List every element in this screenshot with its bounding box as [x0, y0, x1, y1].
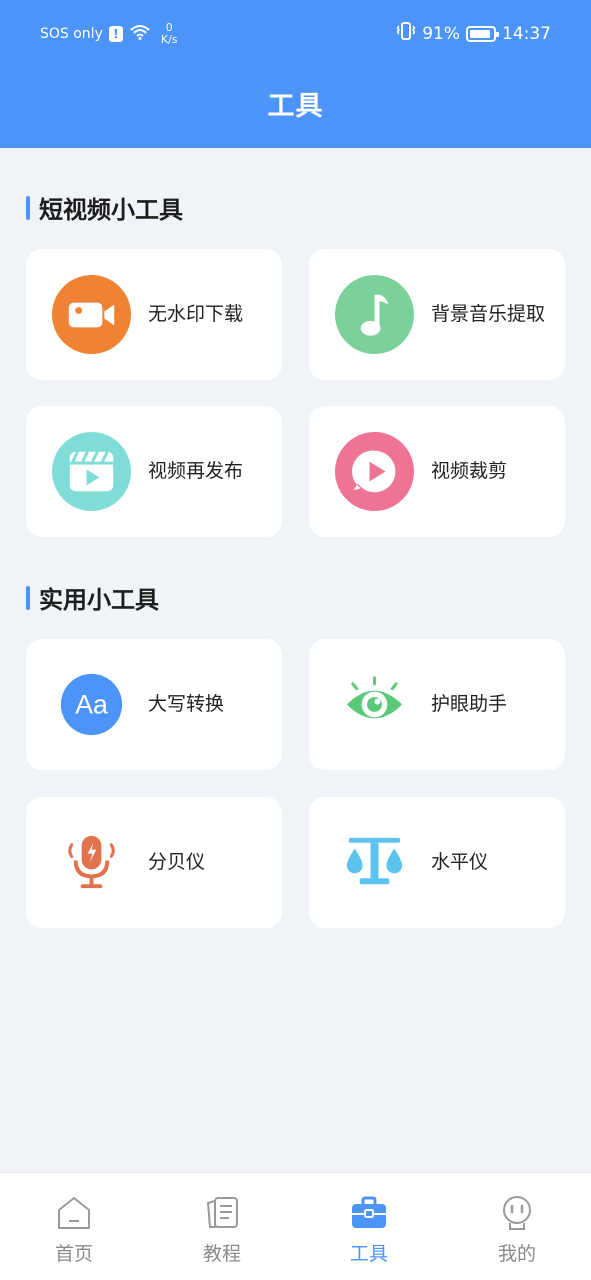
status-bar: SOS only ! 0 K/s 91% 14:37 — [0, 0, 591, 66]
microphone-icon — [52, 823, 131, 902]
text-case-icon: Aa — [52, 665, 131, 744]
document-icon — [204, 1195, 240, 1231]
section-marker — [26, 195, 30, 220]
status-left: SOS only ! 0 K/s — [40, 22, 178, 46]
vibrate-icon — [396, 22, 416, 45]
section-title-short-video: 短视频小工具 — [26, 190, 183, 225]
tool-label: 分贝仪 — [148, 851, 206, 873]
tool-card-bgm-extract[interactable]: 背景音乐提取 — [309, 249, 565, 380]
toolbox-icon — [351, 1195, 387, 1231]
tab-home[interactable]: 首页 — [0, 1173, 148, 1280]
tab-label: 首页 — [54, 1243, 93, 1265]
bottom-tab-bar: 首页 教程 工具 我的 — [0, 1172, 591, 1280]
tool-label: 视频裁剪 — [431, 460, 508, 482]
network-speed-unit: K/s — [160, 33, 178, 46]
tool-label: 无水印下载 — [148, 303, 244, 325]
section-title-text: 短视频小工具 — [39, 196, 183, 224]
wifi-icon — [129, 24, 151, 44]
tool-label: 视频再发布 — [148, 460, 244, 482]
tab-tools[interactable]: 工具 — [295, 1173, 443, 1280]
tool-card-video-repost[interactable]: 视频再发布 — [26, 406, 282, 537]
tool-card-video-crop[interactable]: 视频裁剪 — [309, 406, 565, 537]
tool-label: 护眼助手 — [431, 693, 508, 715]
play-bubble-icon — [335, 432, 414, 511]
home-icon — [56, 1195, 92, 1231]
clock: 14:37 — [502, 23, 551, 44]
section-title-text: 实用小工具 — [39, 586, 159, 614]
tool-card-spirit-level[interactable]: 水平仪 — [309, 797, 565, 928]
profile-icon — [499, 1195, 535, 1231]
tool-card-case-convert[interactable]: Aa 大写转换 — [26, 639, 282, 770]
status-right: 91% 14:37 — [396, 22, 551, 45]
tool-card-eye-care[interactable]: 护眼助手 — [309, 639, 565, 770]
battery-icon — [466, 25, 499, 42]
text-case-glyph: Aa — [75, 689, 108, 719]
sim-alert-icon: ! — [108, 26, 123, 42]
tab-tutorial[interactable]: 教程 — [148, 1173, 296, 1280]
tab-label: 工具 — [349, 1243, 388, 1265]
music-note-icon — [335, 275, 414, 354]
eye-icon — [335, 665, 414, 744]
carrier-text: SOS only — [40, 26, 103, 42]
tool-card-watermark-free-download[interactable]: 无水印下载 — [26, 249, 282, 380]
section-marker — [26, 585, 30, 610]
network-speed: 0 K/s — [161, 22, 178, 46]
tool-label: 水平仪 — [431, 851, 489, 873]
level-icon — [335, 823, 414, 902]
tool-card-decibel-meter[interactable]: 分贝仪 — [26, 797, 282, 928]
tab-label: 教程 — [202, 1243, 241, 1265]
tool-label: 背景音乐提取 — [431, 303, 546, 325]
page-title: 工具 — [267, 91, 324, 122]
battery-percent: 91% — [422, 23, 460, 44]
video-camera-icon — [52, 275, 131, 354]
section-title-utilities: 实用小工具 — [26, 580, 159, 615]
tab-mine[interactable]: 我的 — [443, 1173, 591, 1280]
tool-label: 大写转换 — [148, 693, 225, 715]
app-header: SOS only ! 0 K/s 91% 14:37 工具 — [0, 0, 591, 148]
clapperboard-icon — [52, 432, 131, 511]
tab-label: 我的 — [497, 1243, 536, 1265]
